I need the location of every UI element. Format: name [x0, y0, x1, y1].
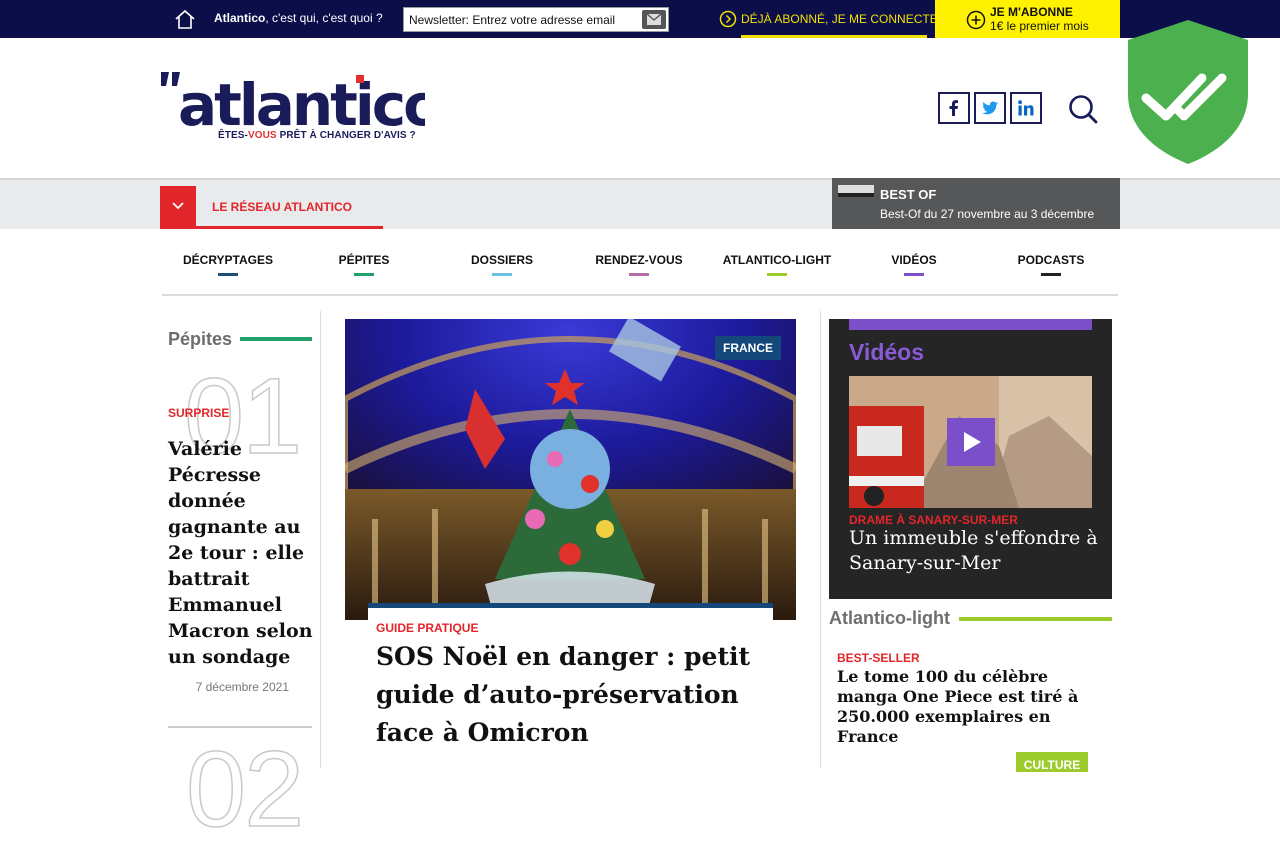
column-divider	[820, 311, 821, 768]
nav-item-dossiers[interactable]: DOSSIERS	[471, 253, 533, 267]
newsletter-submit-button[interactable]	[642, 10, 666, 29]
login-link[interactable]: DÉJÀ ABONNÉ, JE ME CONNECTE	[719, 10, 938, 38]
newsletter-input[interactable]	[409, 11, 639, 28]
network-label[interactable]: LE RÉSEAU ATLANTICO	[212, 200, 352, 214]
nav-item-atlantico-light[interactable]: ATLANTICO-LIGHT	[723, 253, 831, 267]
pepites-title-rule	[240, 337, 312, 341]
videos-accent-bar	[849, 319, 1092, 330]
login-underline	[741, 35, 927, 38]
tagline: ÊTES-VOUS PRÊT À CHANGER D'AVIS ?	[218, 130, 416, 141]
linkedin-button[interactable]	[1010, 92, 1042, 124]
chevron-circle-icon	[719, 10, 737, 28]
nav-underline-dossiers	[492, 273, 512, 276]
linkedin-icon	[1018, 100, 1034, 116]
play-icon	[964, 432, 981, 452]
column-divider	[320, 311, 321, 768]
video-kicker: DRAME À SANARY-SUR-MER	[849, 513, 1018, 527]
mail-icon	[647, 14, 661, 25]
twitter-button[interactable]	[974, 92, 1006, 124]
about-link[interactable]: Atlantico, c'est qui, c'est quoi ?	[214, 11, 383, 25]
category-tag[interactable]: FRANCE	[715, 336, 781, 360]
article-kicker: SURPRISE	[168, 406, 230, 420]
light-section-title[interactable]: Atlantico-light	[829, 608, 950, 629]
bestof-subtitle: Best-Of du 27 novembre au 3 décembre	[880, 207, 1095, 221]
pepites-section-title[interactable]: Pépites	[168, 329, 232, 350]
subscribe-offer: 1€ le premier mois	[990, 19, 1089, 33]
search-icon[interactable]	[1067, 93, 1099, 125]
chevron-down-icon	[172, 202, 184, 210]
hero-image[interactable]	[345, 319, 796, 620]
article-kicker: BEST-SELLER	[837, 651, 920, 665]
svg-text:atlantico: atlantico	[178, 71, 425, 139]
article-headline[interactable]: Le tome 100 du célèbre manga One Piece e…	[837, 667, 1107, 747]
nav-item-videos[interactable]: VIDÉOS	[891, 253, 936, 267]
network-underline	[160, 226, 383, 229]
nav-underline-atlantico-light	[767, 273, 787, 276]
nav-underline-rendez-vous	[629, 273, 649, 276]
network-toggle-button[interactable]	[160, 186, 196, 228]
category-tag[interactable]: CULTURE	[1016, 752, 1088, 772]
article-headline[interactable]: Valérie Pécresse donnée gagnante au 2e t…	[168, 436, 313, 670]
nav-item-podcasts[interactable]: PODCASTS	[1018, 253, 1085, 267]
video-headline[interactable]: Un immeuble s'effondre à Sanary-sur-Mer	[849, 526, 1099, 576]
light-title-rule	[959, 617, 1112, 621]
twitter-icon	[982, 101, 998, 115]
plus-circle-icon	[966, 10, 986, 30]
article-kicker: GUIDE PRATIQUE	[376, 621, 479, 635]
rank-number: 02	[185, 728, 305, 849]
article-headline[interactable]: SOS Noël en danger : petit guide d’auto-…	[376, 638, 766, 752]
article-date: 7 décembre 2021	[195, 680, 289, 694]
home-icon[interactable]	[174, 8, 196, 30]
main-nav: DÉCRYPTAGES PÉPITES DOSSIERS RENDEZ-VOUS…	[162, 242, 1118, 296]
bestof-banner[interactable]: BEST OF Best-Of du 27 novembre au 3 déce…	[832, 178, 1120, 229]
nav-underline-decryptages	[218, 273, 238, 276]
nav-item-rendez-vous[interactable]: RENDEZ-VOUS	[595, 253, 682, 267]
verified-shield-icon	[1128, 20, 1248, 164]
play-button[interactable]	[947, 418, 995, 466]
newsletter-form	[403, 7, 669, 32]
nav-item-decryptages[interactable]: DÉCRYPTAGES	[183, 253, 273, 267]
nav-underline-videos	[904, 273, 924, 276]
bestof-thumbnail	[838, 185, 874, 197]
subscribe-button[interactable]: JE M'ABONNE 1€ le premier mois	[935, 0, 1120, 38]
videos-section-title[interactable]: Vidéos	[849, 339, 924, 366]
facebook-button[interactable]	[938, 92, 970, 124]
nav-underline-podcasts	[1041, 273, 1061, 276]
bestof-title: BEST OF	[880, 187, 937, 202]
nav-underline-pepites	[354, 273, 374, 276]
nav-item-pepites[interactable]: PÉPITES	[339, 253, 390, 267]
facebook-icon	[949, 100, 958, 116]
subscribe-label: JE M'ABONNE	[990, 5, 1073, 19]
